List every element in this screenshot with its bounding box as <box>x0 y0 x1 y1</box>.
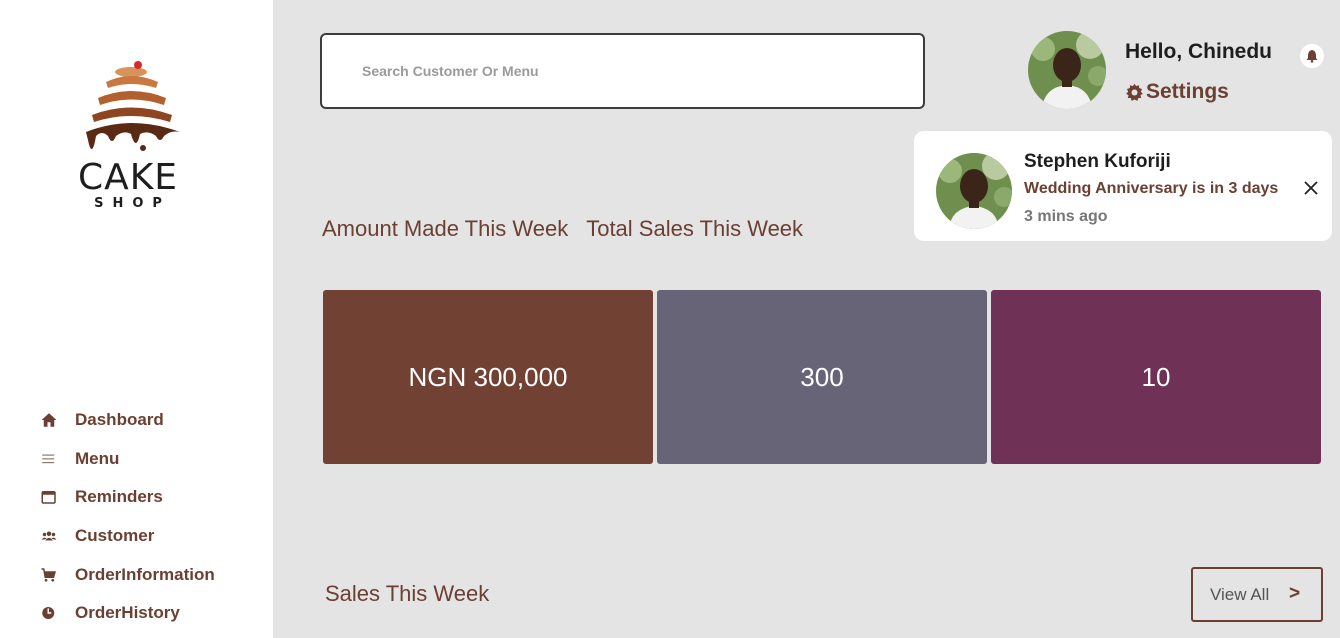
sidebar-item-reminders[interactable]: Reminders <box>40 478 260 517</box>
stat-value-total-sales: 300 <box>800 361 844 392</box>
clock-icon <box>40 604 75 622</box>
logo-wordmark: CAKE <box>77 157 179 198</box>
sidebar-item-label: OrderInformation <box>75 564 215 584</box>
notification-card: Stephen Kuforiji Wedding Anniversary is … <box>914 131 1332 241</box>
sales-this-week-title: Sales This Week <box>325 581 490 606</box>
sidebar-item-label: Customer <box>75 526 155 546</box>
sidebar-item-label: OrderHistory <box>75 603 180 623</box>
sidebar-item-orderinformation[interactable]: OrderInformation <box>40 555 260 594</box>
view-all-button[interactable]: View All > <box>1191 567 1323 622</box>
cake-shop-logo: CAKE SHOP <box>68 60 188 215</box>
home-icon <box>40 411 75 429</box>
search-box <box>320 33 925 109</box>
settings-link[interactable]: Settings <box>1125 80 1229 104</box>
sidebar-item-orderhistory[interactable]: OrderHistory <box>40 594 260 633</box>
menu-icon <box>40 450 75 468</box>
sidebar-item-menu[interactable]: Menu <box>40 440 260 479</box>
settings-label: Settings <box>1146 80 1229 103</box>
sidebar-item-label: Reminders <box>75 487 163 507</box>
users-icon <box>40 527 75 545</box>
notification-avatar <box>936 153 1012 229</box>
sidebar-item-label: Dashboard <box>75 410 164 430</box>
bell-icon <box>1306 50 1318 63</box>
stats-cards: NGN 300,000 300 10 <box>323 290 1321 464</box>
close-icon[interactable] <box>1302 179 1320 197</box>
total-sales-title: Total Sales This Week <box>586 216 804 241</box>
gear-icon <box>1126 83 1143 101</box>
notification-name: Stephen Kuforiji <box>1024 151 1171 172</box>
stat-card-third: 10 <box>991 290 1321 464</box>
logo-tagline: SHOP <box>94 196 171 211</box>
stat-card-amount: NGN 300,000 <box>323 290 653 464</box>
notification-message: Wedding Anniversary is in 3 days <box>1024 180 1279 197</box>
stat-value-amount: NGN 300,000 <box>408 361 568 392</box>
sidebar-item-customer[interactable]: Customer <box>40 517 260 556</box>
cake-logo-icon <box>86 61 180 151</box>
calendar-icon <box>40 488 75 506</box>
sidebar-item-label: Menu <box>75 448 120 468</box>
cart-icon <box>40 566 75 584</box>
avatar[interactable] <box>1028 31 1106 109</box>
sidebar-item-dashboard[interactable]: Dashboard <box>40 401 260 440</box>
notifications-button[interactable] <box>1300 44 1324 68</box>
view-all-label: View All <box>1210 584 1270 604</box>
greeting: Hello, Chinedu <box>1125 40 1272 63</box>
notification-time: 3 mins ago <box>1024 208 1108 225</box>
stat-card-total-sales: 300 <box>657 290 987 464</box>
sidebar-nav: Dashboard Menu Reminders Customer OrderI… <box>40 401 260 633</box>
chevron-right-icon: > <box>1289 583 1301 604</box>
stat-value-third: 10 <box>1141 361 1171 392</box>
amount-made-title: Amount Made This Week <box>322 216 569 241</box>
sidebar: CAKE SHOP Dashboard Menu Reminders Custo… <box>0 0 273 638</box>
overview-titles: Amount Made This Week Total Sales This W… <box>322 216 803 242</box>
search-input[interactable] <box>322 35 923 107</box>
